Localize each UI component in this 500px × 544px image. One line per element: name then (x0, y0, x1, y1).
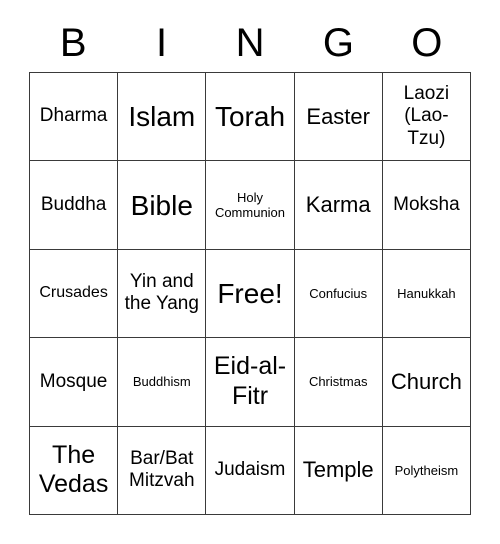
bingo-card: B I N G O Dharma Islam Torah Easter Laoz… (0, 0, 500, 544)
bingo-cell-g2[interactable]: Karma (294, 161, 383, 250)
bingo-cell-g5[interactable]: Temple (294, 426, 383, 515)
bingo-cell-g1[interactable]: Easter (294, 73, 383, 162)
bingo-cell-i3[interactable]: Yin and the Yang (118, 249, 207, 339)
bingo-cell-n1[interactable]: Torah (206, 73, 295, 162)
header-letter-n: N (235, 21, 265, 65)
bingo-cell-o3[interactable]: Hanukkah (382, 249, 471, 339)
bingo-cell-b4[interactable]: Mosque (30, 338, 119, 427)
bingo-cell-n4[interactable]: Eid-al-Fitr (206, 338, 295, 427)
bingo-cell-b3[interactable]: Crusades (30, 249, 119, 339)
bingo-cell-free-space[interactable]: Free! (206, 249, 295, 339)
bingo-cell-b2[interactable]: Buddha (30, 161, 119, 250)
header-letter-i: I (156, 21, 168, 65)
bingo-cell-o4[interactable]: Church (382, 338, 471, 427)
bingo-cell-n5[interactable]: Judaism (206, 426, 295, 515)
header-letter-g: G (322, 21, 354, 65)
bingo-header-row: B I N G O (29, 14, 471, 72)
bingo-cell-o1[interactable]: Laozi (Lao-Tzu) (382, 73, 471, 162)
bingo-cell-b5[interactable]: The Vedas (30, 426, 119, 515)
header-letter-b: B (59, 21, 87, 65)
bingo-cell-n2[interactable]: Holy Communion (206, 161, 295, 250)
bingo-cell-b1[interactable]: Dharma (30, 73, 119, 162)
bingo-cell-i2[interactable]: Bible (118, 161, 207, 250)
bingo-cell-i4[interactable]: Buddhism (118, 338, 207, 427)
bingo-cell-o5[interactable]: Polytheism (382, 426, 471, 515)
header-letter-o: O (411, 21, 443, 65)
bingo-cell-i1[interactable]: Islam (118, 73, 207, 162)
bingo-grid: Dharma Islam Torah Easter Laozi (Lao-Tzu… (29, 72, 471, 515)
bingo-cell-o2[interactable]: Moksha (382, 161, 471, 250)
bingo-cell-i5[interactable]: Bar/Bat Mitzvah (118, 426, 207, 515)
bingo-cell-g4[interactable]: Christmas (294, 338, 383, 427)
bingo-cell-g3[interactable]: Confucius (294, 249, 383, 339)
